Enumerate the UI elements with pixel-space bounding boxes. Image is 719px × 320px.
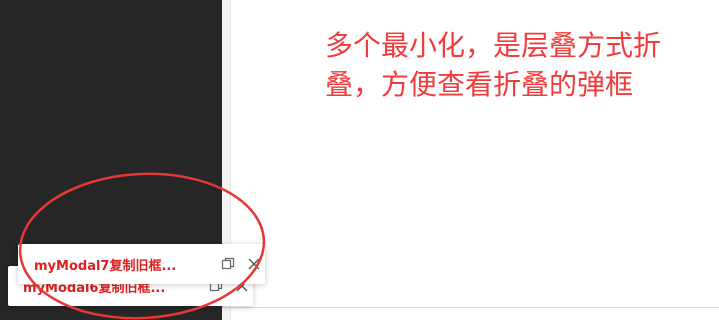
close-icon[interactable] xyxy=(243,253,265,275)
minimized-modal-7[interactable]: myModal7复制旧框... xyxy=(18,244,265,284)
bottom-border xyxy=(222,307,719,308)
restore-icon[interactable] xyxy=(217,253,239,275)
minimized-modal-title[interactable]: myModal7复制旧框... xyxy=(34,255,201,274)
annotation-text: 多个最小化，是层叠方式折叠，方便查看折叠的弹框 xyxy=(325,29,662,101)
